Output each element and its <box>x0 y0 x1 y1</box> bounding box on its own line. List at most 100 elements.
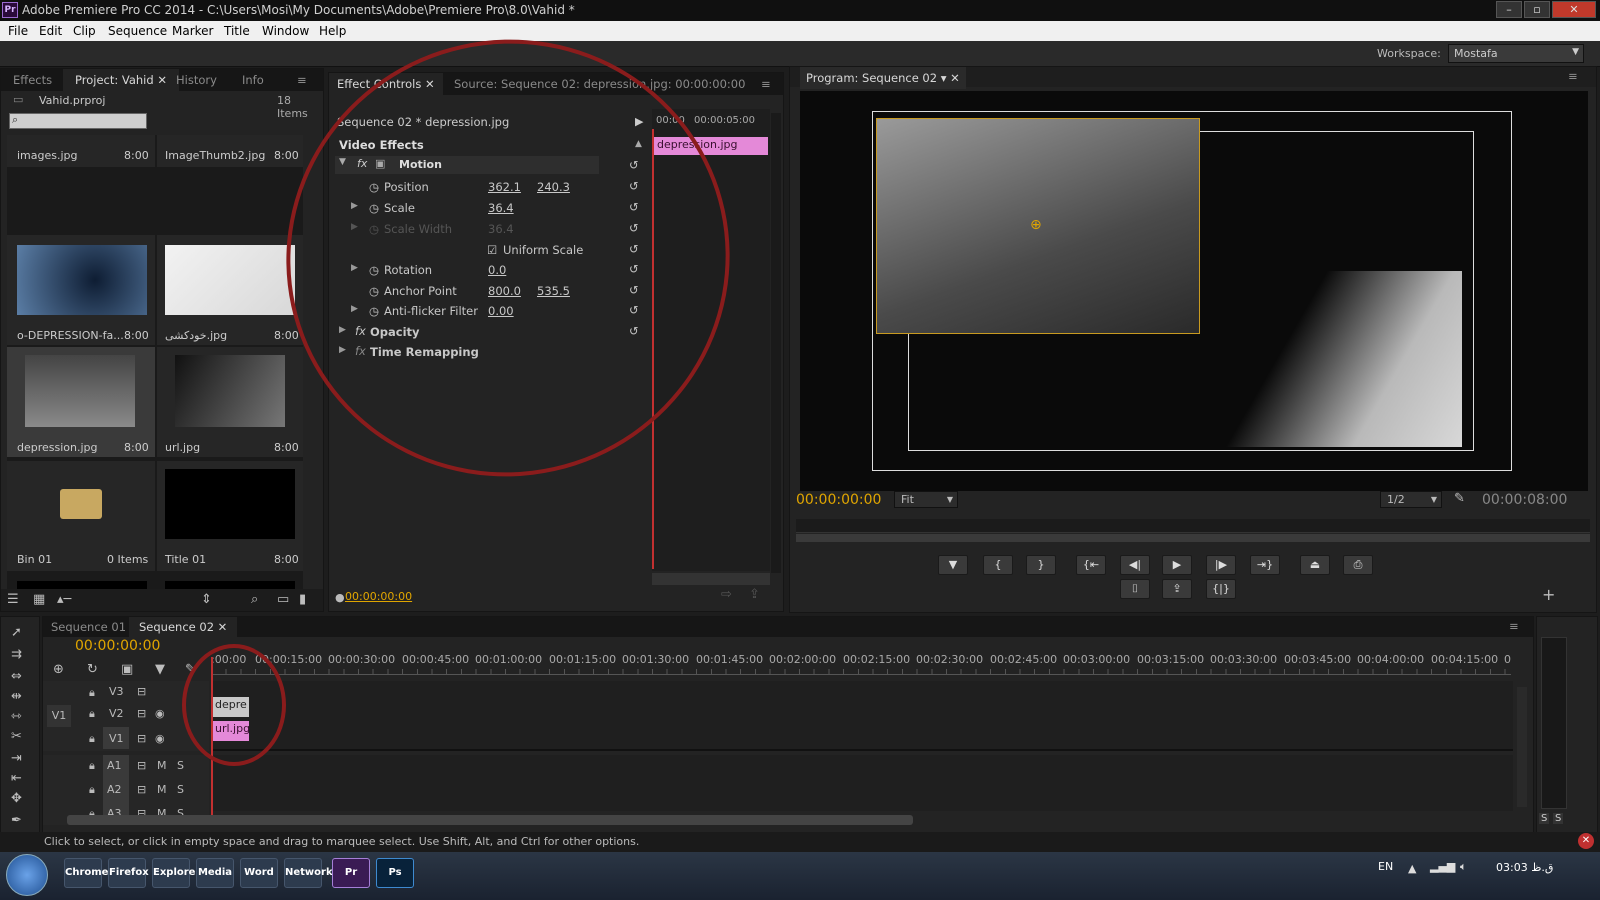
taskbar-chrome[interactable]: Chrome <box>64 858 108 888</box>
maximize-button[interactable]: ▫ <box>1524 1 1550 18</box>
signal-icon[interactable]: ▂▄▆ <box>1430 860 1455 873</box>
panel-menu-icon[interactable]: ≡ <box>297 73 307 87</box>
program-timecode[interactable]: 00:00:00:00 <box>796 492 881 508</box>
linked-selection-icon[interactable]: ↻ <box>87 662 98 677</box>
sync-lock-icon[interactable]: ⊟ <box>137 783 146 796</box>
menu-window[interactable]: Window <box>262 24 309 38</box>
play-button[interactable]: ▶ <box>1162 555 1192 575</box>
vertical-scrollbar[interactable] <box>771 113 781 573</box>
track-select-tool-icon[interactable]: ⇉ <box>11 647 22 662</box>
taskbar-media[interactable]: Media <box>196 858 234 888</box>
horizontal-scrollbar[interactable] <box>652 573 770 585</box>
program-viewer[interactable]: ⊕ <box>800 91 1588 491</box>
menu-help[interactable]: Help <box>319 24 346 38</box>
mark-in-button[interactable]: { <box>983 555 1013 575</box>
effect-controls-timecode[interactable]: 00:00:00:00 <box>345 590 412 603</box>
solo-button[interactable]: S <box>177 759 184 772</box>
lift-button[interactable]: ⏏ <box>1300 555 1330 575</box>
add-marker-icon[interactable]: ▣ <box>121 662 133 677</box>
start-button[interactable] <box>6 854 48 896</box>
list-item[interactable]: Title 01 8:00 <box>157 461 303 571</box>
solo-right-button[interactable]: S <box>1553 813 1564 824</box>
trash-icon[interactable]: ▮ <box>299 592 306 607</box>
monitor-time-ruler[interactable] <box>796 519 1590 533</box>
zoom-scrollbar[interactable] <box>796 534 1590 542</box>
panel-menu-icon[interactable]: ≡ <box>761 77 771 91</box>
list-item[interactable]: o-DEPRESSION-fa... 8:00 <box>7 235 155 345</box>
list-item[interactable]: url.jpg 8:00 <box>157 347 303 457</box>
track-label-v1[interactable]: V1 <box>109 732 124 745</box>
taskbar-premiere[interactable]: Pr <box>332 858 370 888</box>
timeline-horizontal-scrollbar[interactable] <box>67 815 913 825</box>
taskbar-firefox[interactable]: Firefox <box>108 858 149 888</box>
timeline-timecode[interactable]: 00:00:00:00 <box>75 638 160 654</box>
add-marker-button[interactable]: ▼ <box>938 555 968 575</box>
sync-lock-icon[interactable]: ⊟ <box>137 685 146 698</box>
zoom-slider-icon[interactable]: ▴─ <box>57 592 71 607</box>
step-forward-button[interactable]: |▶ <box>1206 555 1236 575</box>
lock-icon[interactable]: 🔒︎ <box>89 783 95 797</box>
list-view-icon[interactable]: ☰ <box>7 592 19 607</box>
insert-button[interactable]: ⇪ <box>1162 579 1192 599</box>
taskbar-explorer[interactable]: Explorer <box>152 858 200 888</box>
rolling-edit-tool-icon[interactable]: ⇹ <box>11 689 22 704</box>
lock-icon[interactable]: 🔒︎ <box>89 686 95 700</box>
icon-view-icon[interactable]: ▦ <box>33 592 45 607</box>
tab-history[interactable]: History <box>176 73 217 87</box>
hand-tool-icon[interactable]: ✥ <box>11 791 22 806</box>
panel-menu-icon[interactable]: ≡ <box>1509 619 1519 633</box>
lock-icon[interactable]: 🔒︎ <box>89 707 95 721</box>
error-icon[interactable]: ✕ <box>1578 833 1594 849</box>
taskbar-photoshop[interactable]: Ps <box>376 858 414 888</box>
menu-file[interactable]: File <box>8 24 28 38</box>
menu-title[interactable]: Title <box>224 24 250 38</box>
language-indicator[interactable]: EN <box>1378 860 1393 873</box>
track-label-a1[interactable]: A1 <box>107 759 122 772</box>
solo-left-button[interactable]: S <box>1539 813 1550 824</box>
timeline-ruler[interactable]: :00:00 00:00:15:00 00:00:30:00 00:00:45:… <box>211 651 1511 681</box>
razor-tool-icon[interactable]: ✂ <box>11 729 22 744</box>
go-to-out-button[interactable]: ⇥} <box>1250 555 1280 575</box>
rate-stretch-tool-icon[interactable]: ⇿ <box>11 709 22 724</box>
timeline-vertical-scrollbar[interactable] <box>1517 687 1527 807</box>
list-item[interactable]: images.jpg 8:00 <box>7 135 155 167</box>
track-label-v2[interactable]: V2 <box>109 707 124 720</box>
new-bin-icon[interactable]: ▭ <box>277 592 289 607</box>
tray-arrow-icon[interactable]: ▲ <box>1408 862 1416 875</box>
extract-button[interactable]: ⎙ <box>1343 555 1373 575</box>
solo-button[interactable]: S <box>177 783 184 796</box>
resolution-select[interactable]: 1/2 ▼ <box>1380 491 1442 508</box>
eye-icon[interactable]: ◉ <box>155 732 165 745</box>
slip-tool-icon[interactable]: ⇥ <box>11 751 22 766</box>
list-item[interactable]: depression.jpg 8:00 <box>7 347 155 457</box>
list-item[interactable]: ImageThumb2.jpg 8:00 <box>157 135 303 167</box>
ripple-edit-tool-icon[interactable]: ⇔ <box>11 669 22 684</box>
tab-program[interactable]: Program: Sequence 02 ▾ ✕ <box>800 67 966 89</box>
trim-button[interactable]: {|} <box>1206 579 1236 599</box>
selection-tool-icon[interactable]: ➚ <box>11 625 22 640</box>
go-to-in-button[interactable]: {⇤ <box>1076 555 1106 575</box>
marker-icon[interactable]: ▼ <box>155 662 165 677</box>
export-frame-button[interactable]: ⌷ <box>1120 579 1150 599</box>
tab-sequence-01[interactable]: Sequence 01 <box>51 620 126 634</box>
list-item[interactable]: Bin 01 0 Items <box>7 461 155 571</box>
mute-button[interactable]: M <box>157 783 167 796</box>
sort-icon[interactable]: ⇕ <box>201 592 212 607</box>
panel-menu-icon[interactable]: ≡ <box>1568 69 1578 83</box>
tab-info[interactable]: Info <box>242 73 264 87</box>
tab-project[interactable]: Project: Vahid ✕ <box>63 69 179 92</box>
lock-icon[interactable]: 🔒︎ <box>89 732 95 746</box>
anchor-crosshair-icon[interactable]: ⊕ <box>1030 217 1042 233</box>
close-button[interactable]: ✕ <box>1552 1 1596 18</box>
track-label-a2[interactable]: A2 <box>107 783 122 796</box>
snap-icon[interactable]: ⊕ <box>53 662 64 677</box>
eye-icon[interactable]: ◉ <box>155 707 165 720</box>
taskbar-word[interactable]: Word <box>240 858 278 888</box>
workspace-select[interactable]: Mostafa ▼ <box>1448 44 1584 63</box>
lock-icon[interactable]: 🔒︎ <box>89 759 95 773</box>
pen-tool-icon[interactable]: ✒ <box>11 813 22 828</box>
menu-sequence[interactable]: Sequence <box>108 24 167 38</box>
tab-sequence-02[interactable]: Sequence 02 ✕ <box>129 617 238 637</box>
menu-clip[interactable]: Clip <box>73 24 96 38</box>
minimize-button[interactable]: – <box>1496 1 1522 18</box>
